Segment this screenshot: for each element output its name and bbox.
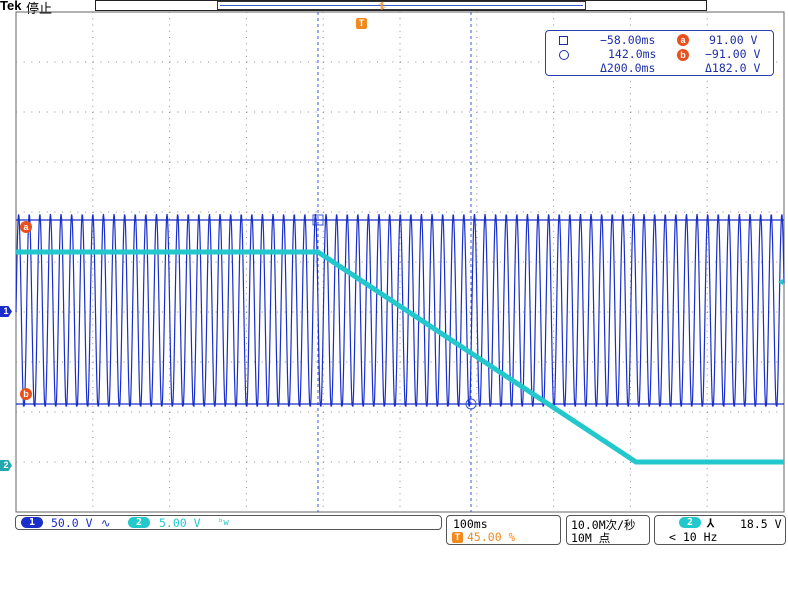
channel-status-panel[interactable]: 1 50.0 V ∿ 2 5.00 V ᵇw [15, 515, 442, 530]
ch2-bandwidth-icon: ᵇw [218, 518, 229, 528]
trigger-slope-icon: ⅄ [707, 516, 715, 530]
graticule [15, 11, 785, 513]
ch2-badge[interactable]: 2 [128, 517, 150, 528]
ch2-scale: 5.00 V [159, 516, 201, 530]
cursor-b-marker[interactable]: b [20, 388, 32, 400]
waveform-display [15, 11, 785, 513]
cursor-readout: −58.00ms a 91.00 V 142.0ms b −91.00 V Δ2… [545, 30, 774, 76]
circle-cursor-icon [559, 50, 569, 60]
cursor-2-time: 142.0ms [608, 47, 657, 61]
trigger-position-marker[interactable]: T [356, 18, 367, 29]
trigger-arrow-icon: ⥮ [378, 1, 386, 13]
ch1-badge[interactable]: 1 [21, 517, 43, 528]
cursor-a-voltage: 91.00 V [709, 33, 758, 47]
trigger-frequency: < 10 Hz [669, 530, 718, 544]
trigger-position-icon: T [452, 532, 463, 543]
acquisition-panel[interactable]: 10.0M次/秒 10M 点 [566, 515, 650, 545]
ch1-waveform [15, 213, 785, 407]
delta-time: Δ200.0ms [600, 61, 656, 75]
trigger-source-badge: 2 [679, 517, 701, 528]
waveform-markers [778, 279, 783, 285]
record-length: 10M 点 [571, 531, 611, 545]
timebase-scale: 100ms [453, 517, 488, 531]
trigger-panel[interactable]: 2 ⅄ 18.5 V < 10 Hz [654, 515, 786, 545]
square-cursor-icon [559, 36, 568, 45]
cursor-b-voltage: −91.00 V [705, 47, 761, 61]
delta-voltage: Δ182.0 V [705, 61, 761, 75]
ch1-scale: 50.0 V [51, 516, 93, 530]
trigger-level: 18.5 V [740, 517, 782, 531]
timebase-panel[interactable]: 100ms T 45.00 % [446, 515, 561, 545]
cursor-a-icon: a [677, 34, 689, 46]
trigger-level-marker [778, 279, 783, 285]
trigger-position: 45.00 % [467, 530, 516, 544]
cursor-1-time: −58.00ms [600, 33, 656, 47]
ch1-coupling-icon: ∿ [101, 516, 111, 530]
cursor-a-marker[interactable]: a [20, 221, 32, 233]
cursor-b-icon: b [677, 49, 689, 61]
